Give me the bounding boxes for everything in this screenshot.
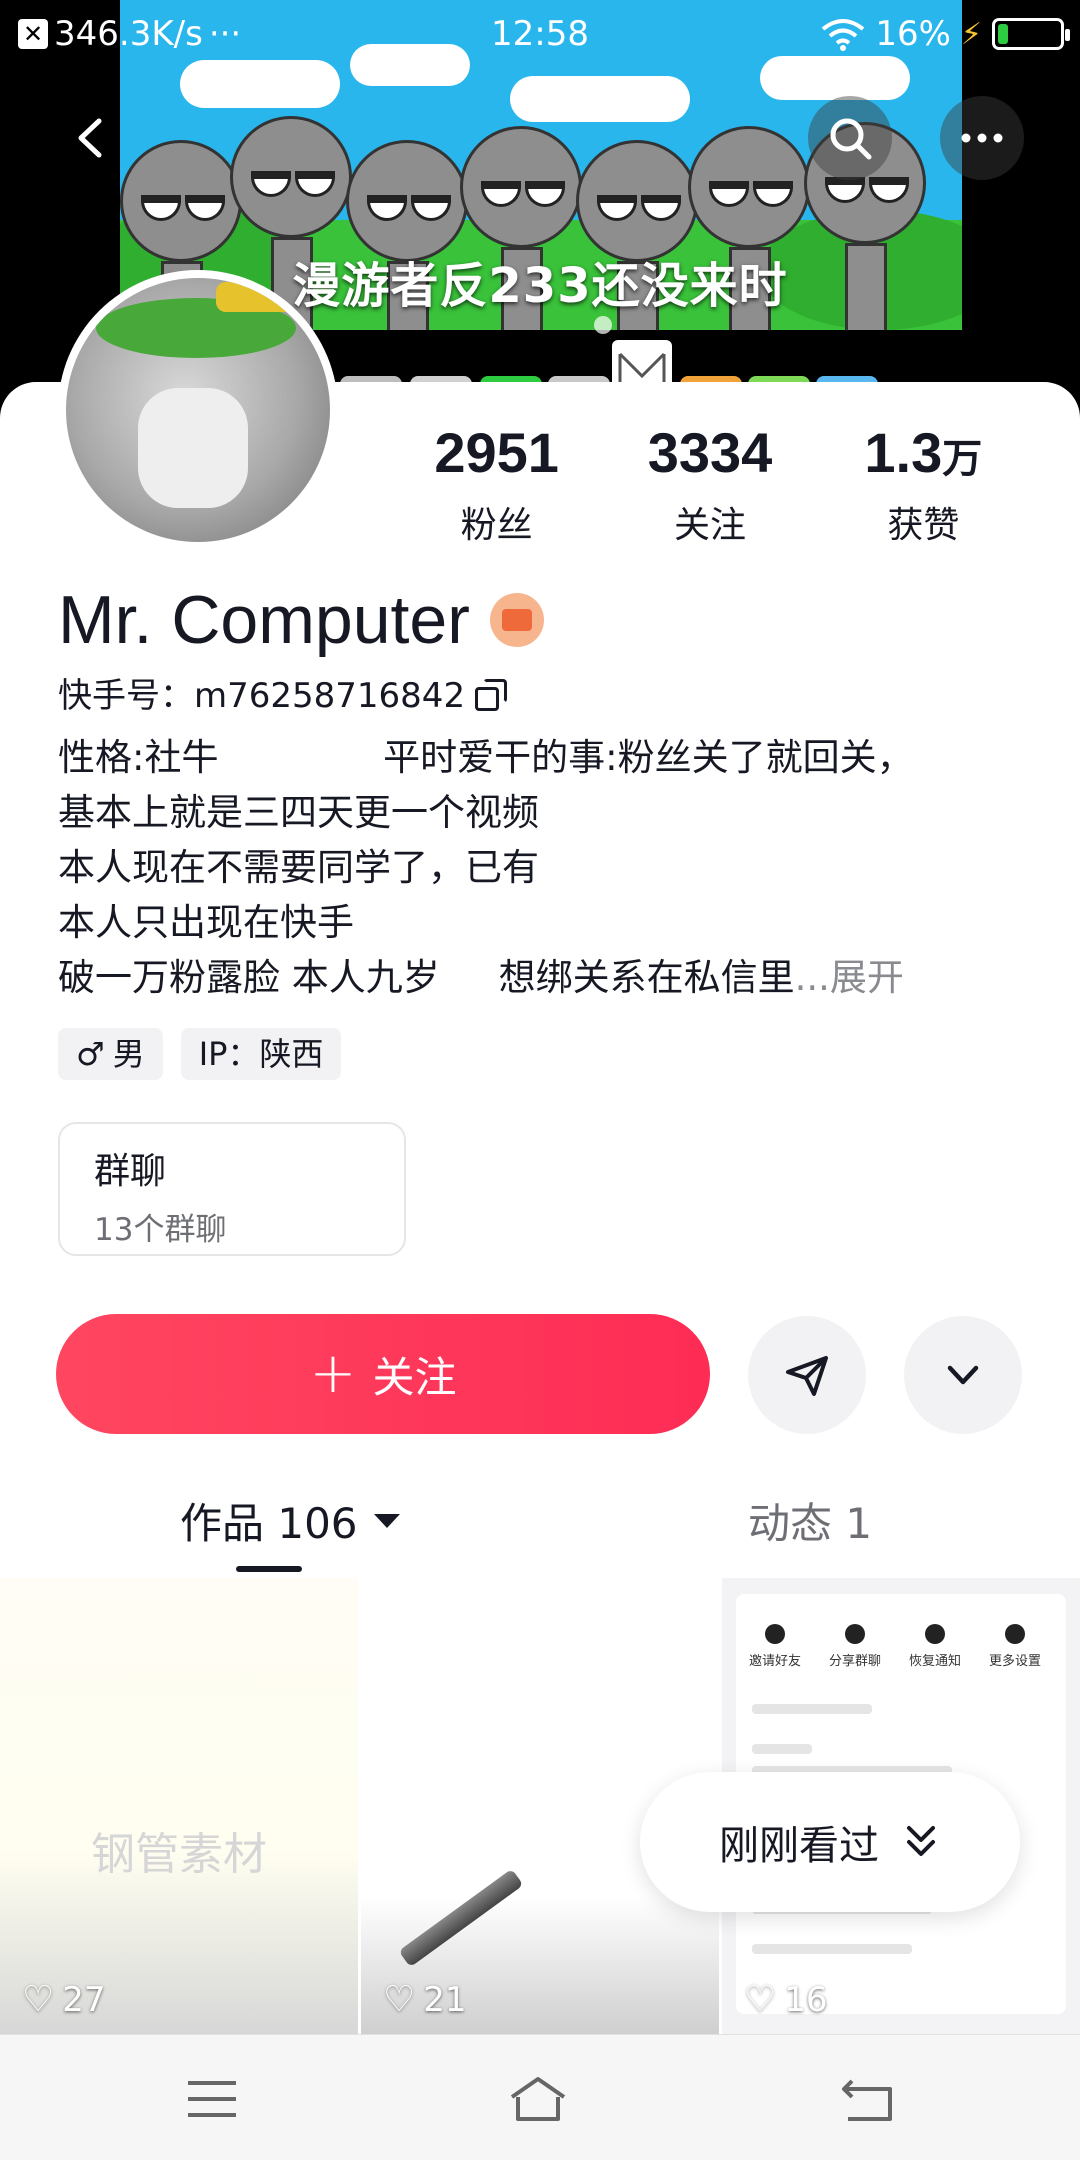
status-bar: ✕ 346.3K/s ··· 12:58 16% ⚡ [0,0,1080,74]
mini-action-label: 更多设置 [988,1654,1041,1669]
bio-expand-link[interactable]: 展开 [830,956,904,999]
follow-label: 关注 [372,1352,457,1402]
chevron-down-icon [947,1365,979,1385]
pipe-image [398,1868,524,1968]
mini-action-label: 分享群聊 [828,1654,881,1669]
like-value: 21 [423,1979,467,2020]
tab-moments[interactable]: 动态 1 [748,1490,872,1551]
paper-plane-icon [786,1356,828,1396]
mini-action-label: 恢复通知 [908,1654,961,1669]
recently-viewed-button[interactable]: 刚刚看过 [640,1772,1020,1912]
heart-icon: ♡ [383,1979,416,2020]
follow-button[interactable]: + 关注 [56,1314,710,1434]
like-value: 16 [784,1979,828,2020]
bio-line: 破一万粉露脸 本人九岁 想绑关系在私信里 [58,956,795,999]
more-horizontal-icon [961,133,1003,143]
tab-label: 动态 1 [748,1499,873,1548]
active-tab-indicator [236,1566,302,1572]
ip-label: IP：陕西 [198,1035,324,1073]
stat-value: 2951 [434,421,559,484]
copy-icon[interactable] [475,678,508,711]
like-count: ♡ 16 [744,1979,828,2020]
like-count: ♡ 21 [383,1979,467,2020]
like-count: ♡ 27 [22,1979,106,2020]
bio-line: 本人现在不需要同学了，已有 [58,846,539,889]
caret-down-icon [373,1513,400,1528]
work-item[interactable]: 钢管素材 ♡ 27 [0,1578,358,2034]
system-navigation-bar [0,2034,1080,2160]
back-nav-button[interactable] [838,2071,898,2127]
kuaishou-id: 快手号：m76258716842 [58,676,466,716]
stat-label: 关注 [673,505,746,546]
battery-icon [992,18,1070,50]
male-icon: ♂ [76,1035,105,1073]
tab-label: 作品 106 [180,1499,358,1548]
stat-value: 3334 [647,421,773,484]
search-button[interactable] [808,96,892,180]
chevron-left-icon [78,118,102,158]
avatar[interactable] [58,270,338,550]
gender-label: 男 [112,1035,145,1073]
heart-icon: ♡ [744,1979,777,2020]
search-icon [830,118,872,160]
send-message-button[interactable] [748,1316,866,1434]
back-button[interactable] [50,96,134,180]
home-icon [510,2077,566,2121]
battery-percent: 16% [875,14,951,54]
wifi-icon [822,19,865,51]
gender-tag: ♂ 男 [58,1028,163,1080]
more-button[interactable] [940,96,1024,180]
home-button[interactable] [508,2071,568,2127]
group-chat-card[interactable]: 群聊 13个群聊 [58,1122,406,1256]
recently-viewed-label: 刚刚看过 [719,1823,879,1869]
ip-tag: IP：陕西 [180,1028,342,1080]
group-chat-count: 13个群聊 [94,1212,227,1248]
bio-line: 基本上就是三四天更一个视频 [58,791,539,834]
profile-tags: ♂ 男 IP：陕西 [58,1028,342,1080]
stat-label: 获赞 [887,505,960,546]
stat-followers[interactable]: 2951 粉丝 [390,418,603,548]
tab-works[interactable]: 作品 106 [180,1490,400,1551]
expand-recommendations-button[interactable] [904,1316,1022,1434]
mini-action-label: 邀请好友 [748,1654,801,1669]
menu-button[interactable] [182,2071,242,2127]
stat-unit: 万 [942,437,983,481]
like-value: 27 [62,1979,106,2020]
heart-icon: ♡ [22,1979,55,2020]
content-tabs: 作品 106 动态 1 [0,1480,1080,1580]
return-icon [842,2079,892,2121]
charging-icon: ⚡ [960,16,982,52]
profile-name: Mr. Computer [58,582,470,658]
plus-icon: + [309,1341,357,1406]
stat-likes[interactable]: 1.3万 获赞 [817,418,1030,548]
profile-stats: 2951 粉丝 3334 关注 1.3万 获赞 [390,418,1030,548]
stat-value: 1.3 [864,421,943,484]
bio-ellipsis: ... [794,956,830,999]
bio-line: 本人只出现在快手 [58,901,354,944]
bio-line: 性格:社牛 平时爱干的事:粉丝关了就回关， [58,736,914,779]
menu-icon [188,2081,236,2117]
work-overlay-text: 钢管素材 [91,1829,267,1880]
double-chevron-down-icon [907,1826,935,1856]
profile-bio[interactable]: 性格:社牛 平时爱干的事:粉丝关了就回关， 基本上就是三四天更一个视频 本人现在… [58,730,1018,1005]
stat-label: 粉丝 [460,505,533,546]
kuaishou-id-row: 快手号：m76258716842 [58,668,508,717]
name-row: Mr. Computer [58,580,544,660]
group-chat-title: 群聊 [94,1151,167,1192]
badge-icon[interactable] [489,593,544,647]
cover-indicator-dot [594,316,612,334]
stat-following[interactable]: 3334 关注 [603,418,816,548]
